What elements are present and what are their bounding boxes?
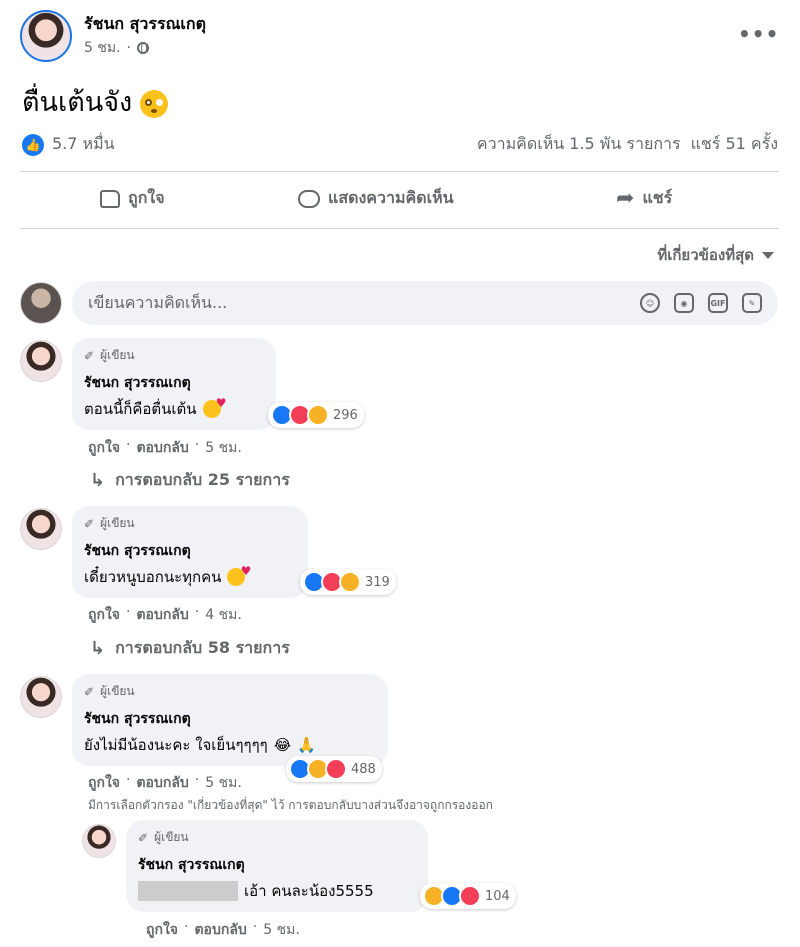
divider [20,228,778,229]
post-meta: 5 ชม. · [84,37,149,59]
reply-avatar[interactable] [82,824,116,858]
reply-actions: ถูกใจ · ตอบกลับ · 5 ชม. [146,919,300,941]
comment-icon [298,189,320,208]
comment-author[interactable]: รัชนก สุวรรณเกตุ [84,708,376,730]
love-reaction-icon [325,758,347,780]
gif-icon[interactable]: GIF [708,293,728,313]
comment-text: ตอนนี้ก็คือตื่นเต้น [84,396,264,421]
share-button[interactable]: ➦ แชร์ [616,186,672,211]
redacted-mention [138,881,238,901]
comment-text: ยังไม่มีน้องนะคะ ใจเย็นๆๆๆๆ 😂 🙏 [84,736,316,754]
comment-text: เดี๋ยวหนูบอกนะทุกคน [84,564,296,589]
pen-icon: ✐ [84,516,95,531]
reply-time[interactable]: 5 ชม. [263,919,300,941]
author-badge: ✐ ผู้เขียน [84,516,135,531]
author-badge: ✐ ผู้เขียน [138,830,189,845]
thumbs-up-icon [100,189,120,208]
smiling-hearts-emoji-icon [227,564,251,586]
care-reaction-icon [339,571,361,593]
comment-actions: ถูกใจ · ตอบกลับ · 4 ชม. [88,604,242,626]
current-user-avatar[interactable] [20,282,62,324]
composer-icons: ☺ ◉ GIF ✎ [640,293,762,313]
comment-reactions[interactable]: 296 [268,402,364,428]
smiling-hearts-emoji-icon [202,396,227,418]
pen-icon: ✐ [84,348,95,363]
comment-placeholder: เขียนความคิดเห็น... [88,292,228,312]
commenter-avatar[interactable] [20,676,62,718]
reply-reactions[interactable]: 104 [420,883,516,909]
comment-like-link[interactable]: ถูกใจ [88,772,120,794]
comment-reactions[interactable]: 319 [300,569,396,595]
like-button[interactable]: ถูกใจ [100,186,165,211]
emoji-icon[interactable]: ☺ [640,293,660,313]
view-replies[interactable]: ↳ การตอบกลับ 25 รายการ [90,468,290,493]
comment-reply-link[interactable]: ตอบกลับ [136,772,188,794]
comments-count[interactable]: ความคิดเห็น 1.5 พัน รายการ [477,132,681,157]
author-badge: ✐ ผู้เขียน [84,684,135,699]
likes-count: 5.7 หมื่น [52,134,115,153]
comment-reply-link[interactable]: ตอบกลับ [136,604,188,626]
author-avatar[interactable] [20,10,72,62]
share-icon: ➦ [616,186,635,211]
comment-button[interactable]: แสดงความคิดเห็น [298,186,454,211]
comment-time[interactable]: 5 ชม. [205,437,242,459]
commenter-avatar[interactable] [20,508,62,550]
caret-down-icon [762,251,774,259]
more-options-icon[interactable]: ••• [738,22,779,46]
pen-icon: ✐ [138,830,149,845]
reactions-summary[interactable]: 👍 5.7 หมื่น [22,132,115,157]
comment-reply-link[interactable]: ตอบกลับ [136,437,188,459]
care-reaction-icon [307,404,329,426]
reply-author[interactable]: รัชนก สุวรรณเกตุ [138,854,416,876]
reply-bubble: ✐ ผู้เขียน รัชนก สุวรรณเกตุ เอ้า คนละน้อง… [126,820,428,912]
comment-actions: ถูกใจ · ตอบกลับ · 5 ชม. [88,437,242,459]
comment-bubble: ✐ ผู้เขียน รัชนก สุวรรณเกตุ เดี๋ยวหนูบอกน… [72,506,308,598]
comment-actions: ถูกใจ · ตอบกลับ · 5 ชม. [88,772,242,794]
post-text: ตื่นเต้นจัง [22,80,169,123]
flushed-emoji-icon [140,89,169,118]
praying-hands-emoji-icon: 🙏 [297,736,316,754]
comment-bubble: ✐ ผู้เขียน รัชนก สุวรรณเกตุ ตอนนี้ก็คือตื… [72,338,276,430]
author-name[interactable]: รัชนก สุวรรณเกตุ [84,12,206,37]
comment-input[interactable]: เขียนความคิดเห็น... ☺ ◉ GIF ✎ [72,281,778,325]
sort-dropdown[interactable]: ที่เกี่ยวข้องที่สุด [657,243,774,267]
author-badge: ✐ ผู้เขียน [84,348,135,363]
camera-icon[interactable]: ◉ [674,293,694,313]
commenter-avatar[interactable] [20,340,62,382]
sticker-icon[interactable]: ✎ [742,293,762,313]
shares-count[interactable]: แชร์ 51 ครั้ง [691,132,778,157]
reply-arrow-icon: ↳ [90,638,106,659]
comment-author[interactable]: รัชนก สุวรรณเกตุ [84,540,296,562]
like-reaction-icon: 👍 [22,133,44,156]
view-replies[interactable]: ↳ การตอบกลับ 58 รายการ [90,636,290,661]
reply-reply-link[interactable]: ตอบกลับ [194,919,246,941]
post-time[interactable]: 5 ชม. [84,37,121,59]
reply-text: เอ้า คนละน้อง5555 [138,879,416,903]
laughing-emoji-icon: 😂 [273,736,292,754]
filter-notice: มีการเลือกตัวกรอง "เกี่ยวข้องที่สุด" ไว้… [88,798,493,812]
comment-time[interactable]: 5 ชม. [205,772,242,794]
comment-reactions[interactable]: 488 [286,756,382,782]
pen-icon: ✐ [84,684,95,699]
divider [20,171,778,172]
comment-like-link[interactable]: ถูกใจ [88,437,120,459]
reply-like-link[interactable]: ถูกใจ [146,919,178,941]
comment-time[interactable]: 4 ชม. [205,604,242,626]
comment-author[interactable]: รัชนก สุวรรณเกตุ [84,372,264,394]
engagement-counts: ความคิดเห็น 1.5 พัน รายการ แชร์ 51 ครั้ง [477,132,778,157]
love-reaction-icon [459,885,481,907]
comment-like-link[interactable]: ถูกใจ [88,604,120,626]
comment-bubble: ✐ ผู้เขียน รัชนก สุวรรณเกตุ ยังไม่มีน้องน… [72,674,388,766]
globe-icon [137,42,149,54]
reply-arrow-icon: ↳ [90,470,106,491]
